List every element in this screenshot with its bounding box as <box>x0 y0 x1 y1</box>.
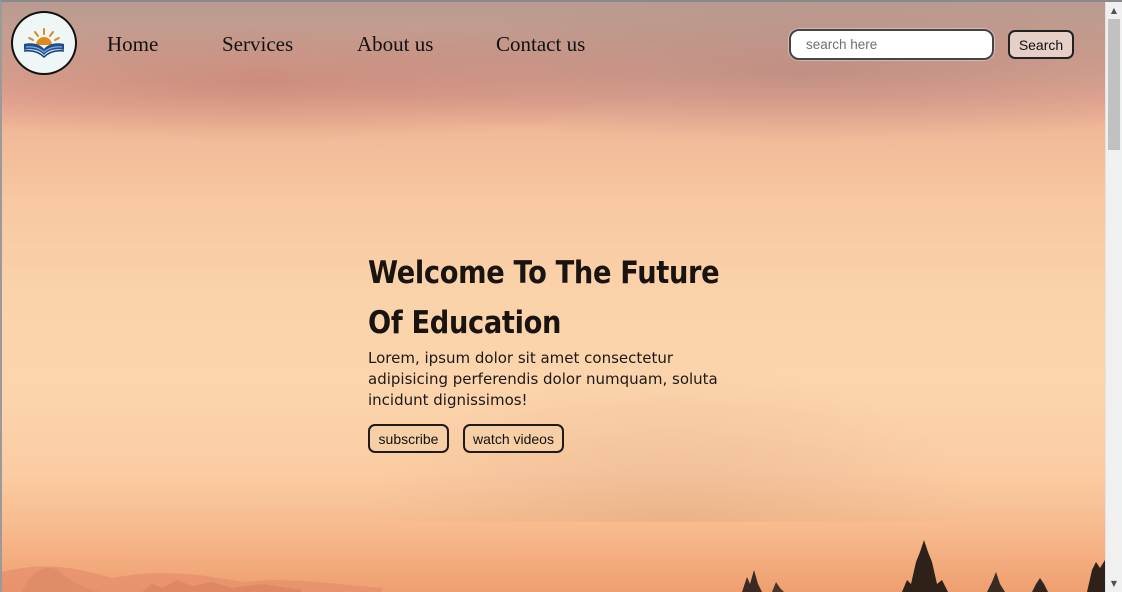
watch-videos-button[interactable]: watch videos <box>463 424 564 453</box>
search-input[interactable] <box>789 29 994 60</box>
scroll-down-arrow-icon[interactable]: ▼ <box>1106 575 1122 592</box>
treeline-silhouette <box>2 540 1105 592</box>
nav-link-about-us[interactable]: About us <box>357 32 433 57</box>
scroll-up-arrow-icon[interactable]: ▲ <box>1106 2 1122 19</box>
hero-title: Welcome To The Future Of Education <box>368 255 720 341</box>
open-book-sunrise-icon <box>23 28 65 59</box>
nav-link-contact-us[interactable]: Contact us <box>496 32 585 57</box>
hero-description: Lorem, ipsum dolor sit amet consectetur … <box>368 349 718 409</box>
hero-section: Home Services About us Contact us Search… <box>2 2 1105 592</box>
scrollbar-thumb[interactable] <box>1108 19 1120 150</box>
vertical-scrollbar[interactable]: ▲ ▼ <box>1105 2 1122 592</box>
logo[interactable] <box>11 11 77 75</box>
nav-link-home[interactable]: Home <box>107 32 158 57</box>
nav-link-services[interactable]: Services <box>222 32 293 57</box>
subscribe-button[interactable]: subscribe <box>368 424 449 453</box>
search-button[interactable]: Search <box>1008 30 1074 59</box>
